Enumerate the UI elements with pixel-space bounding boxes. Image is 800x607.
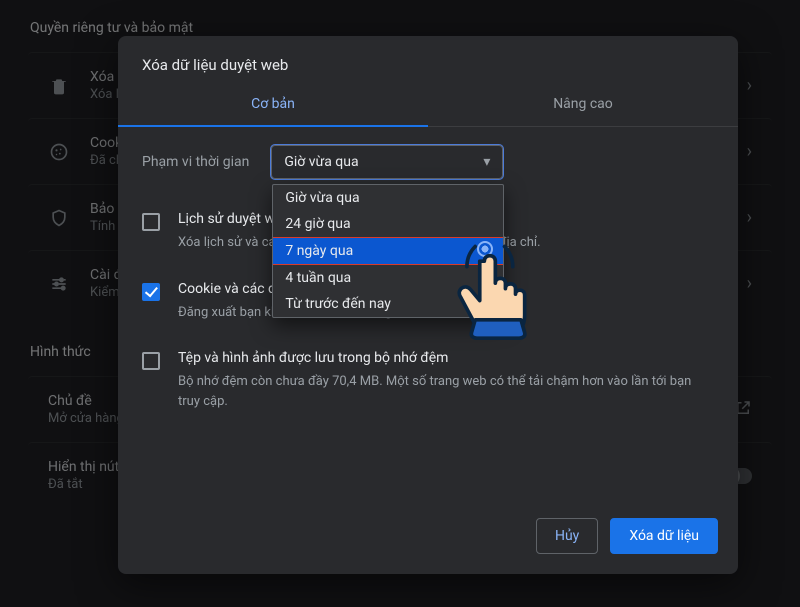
pointer-hand-icon [444, 230, 554, 340]
tab-advanced[interactable]: Nâng cao [428, 84, 738, 126]
cancel-button[interactable]: Hủy [536, 518, 598, 554]
checkbox-cookies[interactable] [142, 283, 160, 301]
dropdown-option-label: 7 ngày qua [285, 243, 353, 259]
checkbox-history[interactable] [142, 213, 160, 231]
dropdown-option[interactable]: Giờ vừa qua [273, 185, 503, 211]
dialog-title: Xóa dữ liệu duyệt web [118, 36, 738, 84]
time-range-label: Phạm vi thời gian [142, 154, 249, 170]
option-row-cache: Tệp và hình ảnh được lưu trong bộ nhớ đệ… [142, 342, 714, 431]
caret-down-icon: ▾ [483, 154, 490, 170]
time-range-value: Giờ vừa qua [284, 154, 358, 170]
time-range-select[interactable]: Giờ vừa qua ▾ Giờ vừa qua 24 giờ qua 7 n… [271, 145, 503, 179]
tab-basic[interactable]: Cơ bản [118, 84, 428, 126]
clear-data-dialog: Xóa dữ liệu duyệt web Cơ bản Nâng cao Ph… [118, 36, 738, 574]
checkbox-cache[interactable] [142, 352, 160, 370]
option-title: Tệp và hình ảnh được lưu trong bộ nhớ đệ… [178, 350, 714, 366]
option-sub: Bộ nhớ đệm còn chưa đầy 70,4 MB. Một số … [178, 372, 714, 411]
clear-data-button[interactable]: Xóa dữ liệu [610, 518, 718, 554]
dialog-tabs: Cơ bản Nâng cao [118, 84, 738, 127]
